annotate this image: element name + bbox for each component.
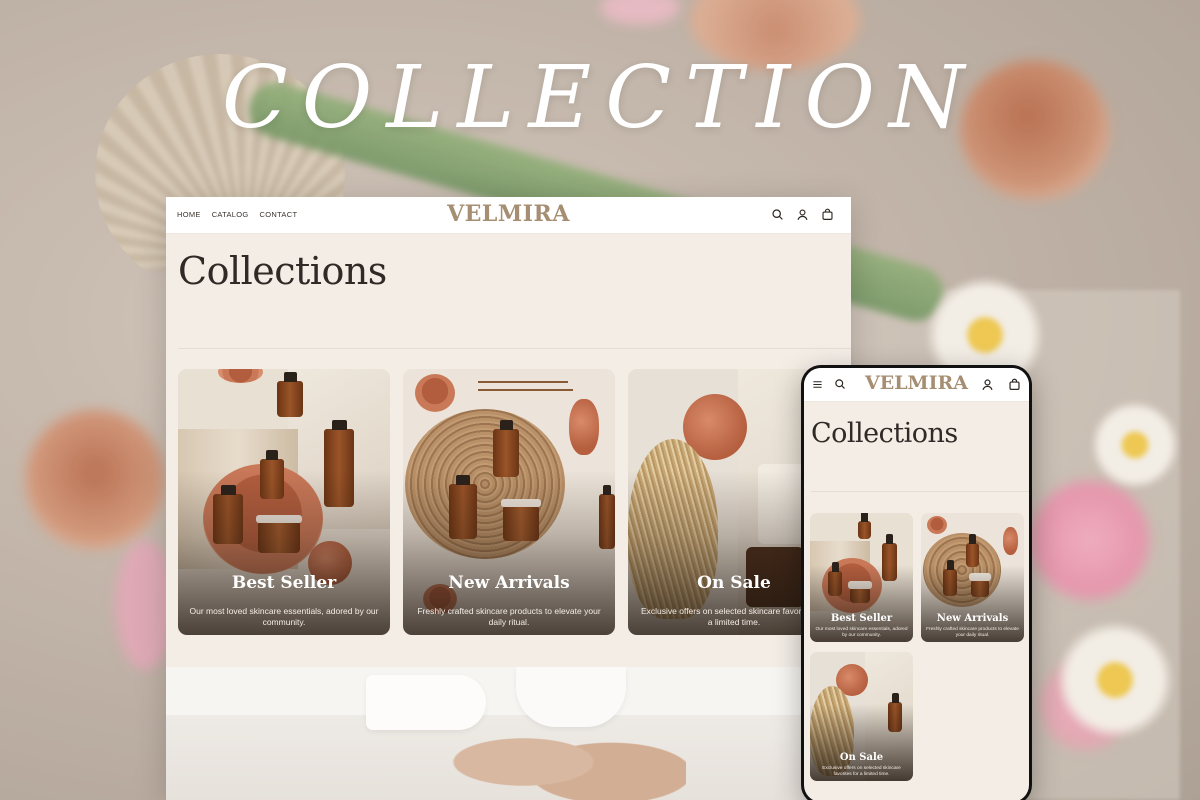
card-title: Best Seller [231, 573, 337, 593]
hero-banner-image [166, 667, 851, 800]
search-icon[interactable] [771, 208, 784, 221]
hero-headline: COLLECTION [221, 48, 979, 148]
site-header: HOME CATALOG CONTACT VELMIRA [166, 197, 851, 234]
card-title: New Arrivals [936, 613, 1009, 624]
divider [178, 348, 851, 349]
divider [811, 491, 1029, 492]
page-title: Collections [178, 249, 387, 293]
card-title: New Arrivals [448, 573, 570, 593]
account-icon[interactable] [796, 208, 809, 221]
page-title: Collections [811, 418, 958, 449]
card-description: Our most loved skincare essentials, ador… [815, 627, 908, 638]
brand-logo[interactable]: VELMIRA [166, 201, 851, 227]
mobile-header: VELMIRA [804, 368, 1029, 402]
card-title: Best Seller [830, 613, 893, 624]
cart-icon[interactable] [1008, 378, 1021, 391]
card-description: Freshly crafted skincare products to ele… [417, 606, 601, 627]
card-title: On Sale [839, 752, 884, 763]
collection-card-on-sale[interactable]: On Sale Exclusive offers on selected ski… [810, 652, 913, 781]
mobile-screen: VELMIRA Collections Best Seller Our most… [804, 368, 1029, 800]
cart-icon[interactable] [821, 208, 834, 221]
mobile-mockup: VELMIRA Collections Best Seller Our most… [801, 365, 1032, 800]
product-bottle [277, 372, 303, 417]
card-description: Exclusive offers on selected skincare fa… [822, 766, 901, 777]
header-icons [771, 208, 834, 221]
card-description: Freshly crafted skincare products to ele… [926, 627, 1019, 638]
account-icon[interactable] [981, 378, 994, 391]
collection-card-best-seller[interactable]: Best Seller Our most loved skincare esse… [810, 513, 913, 642]
card-description: Our most loved skincare essentials, ador… [189, 606, 379, 627]
desktop-mockup: HOME CATALOG CONTACT VELMIRA Collections [166, 197, 851, 800]
collection-card-best-seller[interactable]: Best Seller Our most loved skincare esse… [178, 369, 390, 635]
collection-grid: Best Seller Our most loved skincare esse… [178, 369, 840, 635]
collection-grid: Best Seller Our most loved skincare esse… [810, 513, 1028, 781]
collection-card-new-arrivals[interactable]: New Arrivals Freshly crafted skincare pr… [403, 369, 615, 635]
collection-card-new-arrivals[interactable]: New Arrivals Freshly crafted skincare pr… [921, 513, 1024, 642]
